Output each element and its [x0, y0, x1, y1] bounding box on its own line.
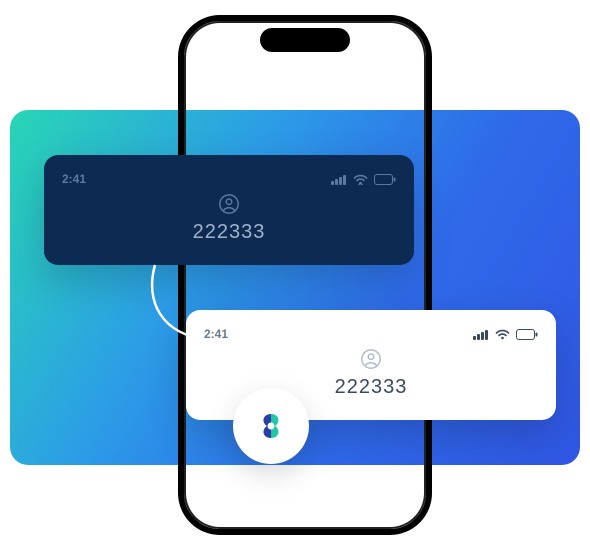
brand-logo-badge — [233, 388, 309, 464]
battery-icon — [516, 329, 538, 340]
status-bar: 2:41 — [204, 326, 538, 342]
status-icons — [331, 174, 396, 185]
card-before: 2:41 222333 — [44, 155, 414, 265]
status-icons — [473, 329, 538, 340]
status-bar: 2:41 — [62, 171, 396, 187]
sender-code: 222333 — [335, 376, 408, 399]
user-icon — [360, 348, 382, 370]
status-time: 2:41 — [62, 172, 86, 186]
battery-icon — [374, 174, 396, 185]
signal-icon — [331, 174, 347, 185]
signal-icon — [473, 329, 489, 340]
wifi-icon — [495, 329, 510, 340]
wifi-icon — [353, 174, 368, 185]
phone-notch — [260, 28, 350, 52]
sender-code: 222333 — [193, 221, 266, 244]
brand-logo-icon — [253, 408, 289, 444]
status-time: 2:41 — [204, 327, 228, 341]
user-icon — [218, 193, 240, 215]
